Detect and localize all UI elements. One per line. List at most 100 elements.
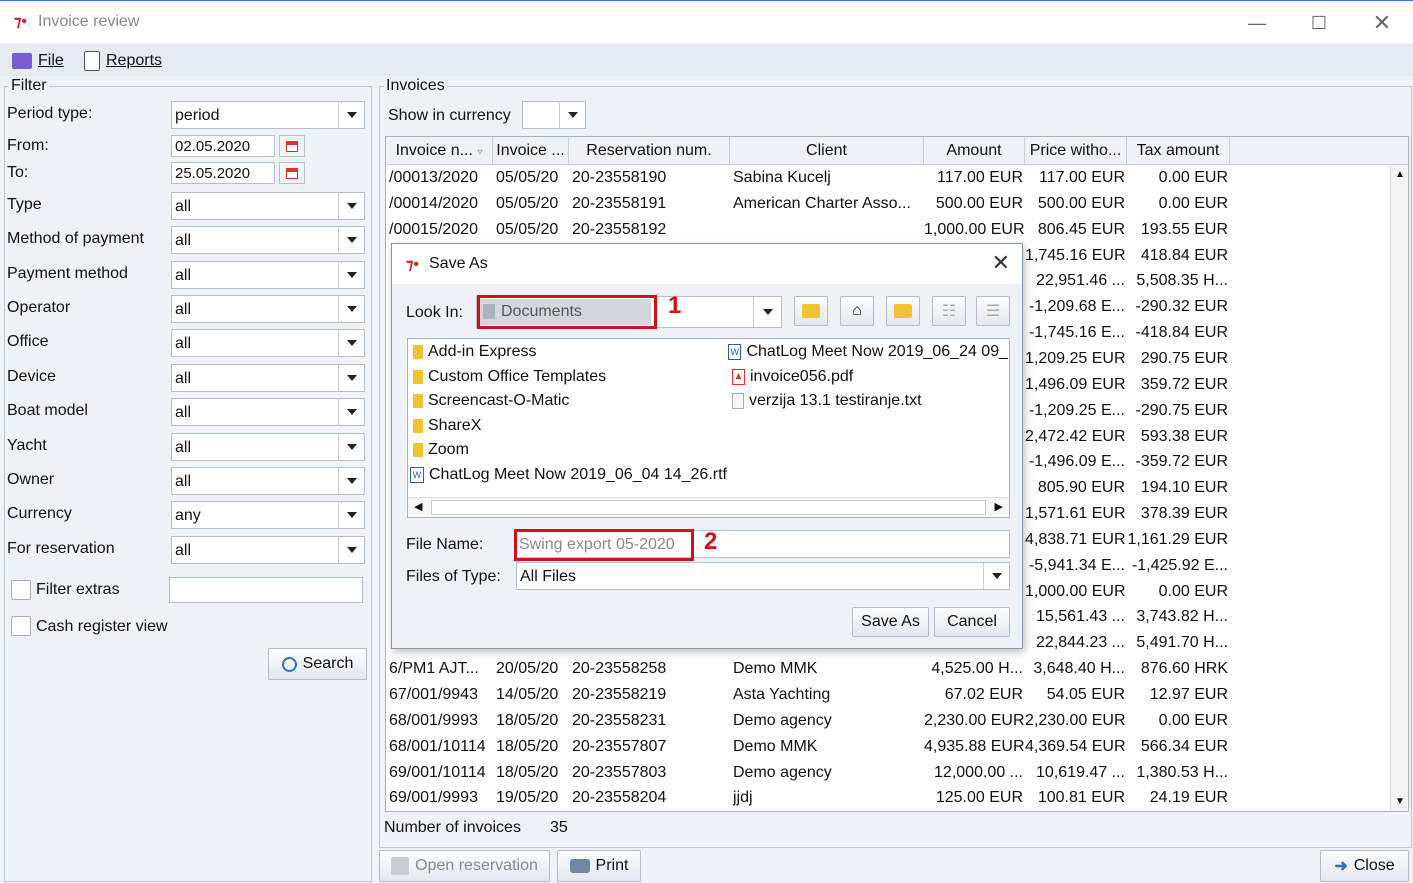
new-folder-icon xyxy=(894,304,912,318)
office-select[interactable]: all xyxy=(171,329,365,357)
list-item[interactable]: verzija 13.1 testiranje.txt xyxy=(732,392,922,410)
print-button[interactable]: Print xyxy=(557,850,641,882)
from-date-field[interactable]: 02.05.2020 xyxy=(171,135,275,157)
table-cell: 0.00 EUR xyxy=(1158,582,1228,600)
column-header[interactable]: Amount xyxy=(924,137,1025,165)
minimize-button[interactable]: — xyxy=(1242,9,1272,37)
column-header[interactable]: Reservation num. xyxy=(569,137,730,165)
chevron-down-icon[interactable] xyxy=(338,330,364,356)
cash-register-view-checkbox[interactable] xyxy=(11,616,31,636)
from-calendar-button[interactable] xyxy=(279,135,305,157)
method-of-payment-select[interactable]: all xyxy=(171,226,365,254)
cancel-button[interactable]: Cancel xyxy=(934,607,1010,637)
maximize-button[interactable]: ☐ xyxy=(1304,9,1334,37)
column-header[interactable]: Invoice n... ▿ xyxy=(386,137,493,165)
table-row[interactable]: 68/001/10114 18/05/20 20-23557807 Demo MMK 4… xyxy=(386,734,1231,760)
type-select[interactable]: all xyxy=(171,192,365,220)
column-header[interactable]: Tax amount xyxy=(1127,137,1230,165)
close-button[interactable]: ➜ Close xyxy=(1320,850,1409,882)
scroll-left-icon[interactable]: ◀ xyxy=(414,500,422,513)
files-of-type-select[interactable]: All Files xyxy=(516,562,1010,590)
list-item[interactable]: W ChatLog Meet Now 2019_06_04 14_26.rtf xyxy=(410,466,727,484)
table-row[interactable]: 68/001/9993 18/05/20 20-23558231 Demo agenc… xyxy=(386,708,1231,734)
file-list[interactable]: Add-in Express Custom Office Templates S… xyxy=(407,338,1010,518)
close-window-button[interactable]: ✕ xyxy=(1367,9,1397,37)
menu-reports[interactable]: Reports xyxy=(84,50,162,72)
currency-select[interactable]: any xyxy=(171,501,365,529)
horizontal-scrollbar[interactable]: ◀ ▶ xyxy=(408,497,1009,517)
list-view-button[interactable]: ☷ xyxy=(932,296,966,326)
for-reservation-select[interactable]: all xyxy=(171,536,365,564)
column-header[interactable]: Price witho... xyxy=(1025,137,1127,165)
column-header[interactable]: Client xyxy=(730,137,924,165)
chevron-down-icon[interactable] xyxy=(338,365,364,391)
chevron-down-icon[interactable] xyxy=(559,102,585,128)
table-row[interactable]: /00013/2020 05/05/20 20-23558190 Sabina Kuc… xyxy=(386,165,1231,191)
chevron-down-icon[interactable] xyxy=(338,102,364,128)
table-row[interactable]: 69/001/9993 19/05/20 20-23558204 jjdj 125.00… xyxy=(386,785,1231,811)
list-item[interactable]: ▲ invoice056.pdf xyxy=(732,368,853,386)
chevron-down-icon[interactable] xyxy=(983,563,1009,589)
currency-select[interactable] xyxy=(522,101,586,129)
table-row[interactable]: 69/001/10114 18/05/20 20-23557803 Demo agen… xyxy=(386,760,1231,786)
yacht-select[interactable]: all xyxy=(171,433,365,461)
chevron-down-icon[interactable] xyxy=(753,297,781,327)
to-date-field[interactable]: 25.05.2020 xyxy=(171,162,275,184)
device-select[interactable]: all xyxy=(171,364,365,392)
table-row[interactable]: 6/PM1 AJT... 20/05/20 20-23558258 Demo MMK 4… xyxy=(386,656,1231,682)
details-view-button[interactable]: ☰ xyxy=(976,296,1010,326)
files-of-type-label: Files of Type: xyxy=(406,568,501,585)
file-name: Add-in Express xyxy=(428,343,537,360)
scroll-down-icon[interactable]: ▼ xyxy=(1395,796,1405,807)
word-doc-icon: W xyxy=(410,467,424,483)
table-cell: 69/001/9993 xyxy=(389,789,478,807)
chevron-down-icon[interactable] xyxy=(338,296,364,322)
table-cell: 1,161.29 EUR xyxy=(1127,530,1228,548)
vertical-scrollbar[interactable]: ▲ ▼ xyxy=(1390,165,1408,811)
scroll-right-icon[interactable]: ▶ xyxy=(995,500,1003,513)
chevron-down-icon[interactable] xyxy=(338,227,364,253)
list-item[interactable]: Screencast-O-Matic xyxy=(413,392,569,410)
payment-method-select[interactable]: all xyxy=(171,261,365,289)
to-calendar-button[interactable] xyxy=(279,162,305,184)
scrollbar-thumb[interactable] xyxy=(431,500,986,515)
chevron-down-icon[interactable] xyxy=(338,537,364,563)
column-header[interactable]: Invoice ... xyxy=(493,137,569,165)
boat-model-row: Boat model all xyxy=(7,398,367,426)
chevron-down-icon[interactable] xyxy=(338,434,364,460)
for-reservation-value: all xyxy=(175,542,192,559)
search-button[interactable]: Search xyxy=(268,648,367,680)
dialog-close-icon[interactable]: ✕ xyxy=(992,250,1010,276)
home-button[interactable]: ⌂ xyxy=(840,296,874,326)
menu-file[interactable]: File xyxy=(12,50,64,72)
scroll-up-icon[interactable]: ▲ xyxy=(1395,169,1405,180)
up-folder-button[interactable] xyxy=(794,296,828,326)
table-row[interactable]: 67/001/9943 14/05/20 20-23558219 Asta Yacht… xyxy=(386,682,1231,708)
list-item[interactable]: ShareX xyxy=(413,417,481,435)
list-item[interactable]: W ChatLog Meet Now 2019_06_24 09_ xyxy=(728,343,1008,361)
table-cell: 20-23558190 xyxy=(572,169,667,186)
boat-model-select[interactable]: all xyxy=(171,398,365,426)
chevron-down-icon[interactable] xyxy=(338,193,364,219)
table-row[interactable]: /00015/2020 05/05/20 20-23558192 1,000.00 E… xyxy=(386,217,1231,243)
chevron-down-icon[interactable] xyxy=(338,262,364,288)
list-item[interactable]: Custom Office Templates xyxy=(413,368,606,386)
chevron-down-icon[interactable] xyxy=(338,502,364,528)
table-cell: Demo MMK xyxy=(733,660,818,678)
period-type-select[interactable]: period xyxy=(171,101,365,129)
table-cell: 876.60 HRK xyxy=(1140,660,1228,678)
filter-extras-input[interactable] xyxy=(169,577,363,603)
table-row[interactable]: /00014/2020 05/05/20 20-23558191 American C… xyxy=(386,191,1231,217)
chevron-down-icon[interactable] xyxy=(338,399,364,425)
payment-method-label: Payment method xyxy=(7,265,128,282)
operator-select[interactable]: all xyxy=(171,295,365,323)
chevron-down-icon[interactable] xyxy=(338,468,364,494)
list-item[interactable]: Zoom xyxy=(413,441,469,459)
open-reservation-button[interactable]: Open reservation xyxy=(379,850,550,882)
save-as-button[interactable]: Save As xyxy=(852,607,929,637)
list-item[interactable]: Add-in Express xyxy=(413,343,537,361)
filter-extras-checkbox[interactable] xyxy=(11,580,31,600)
owner-select[interactable]: all xyxy=(171,467,365,495)
column-header-label: Client xyxy=(806,142,847,159)
new-folder-button[interactable] xyxy=(886,296,920,326)
